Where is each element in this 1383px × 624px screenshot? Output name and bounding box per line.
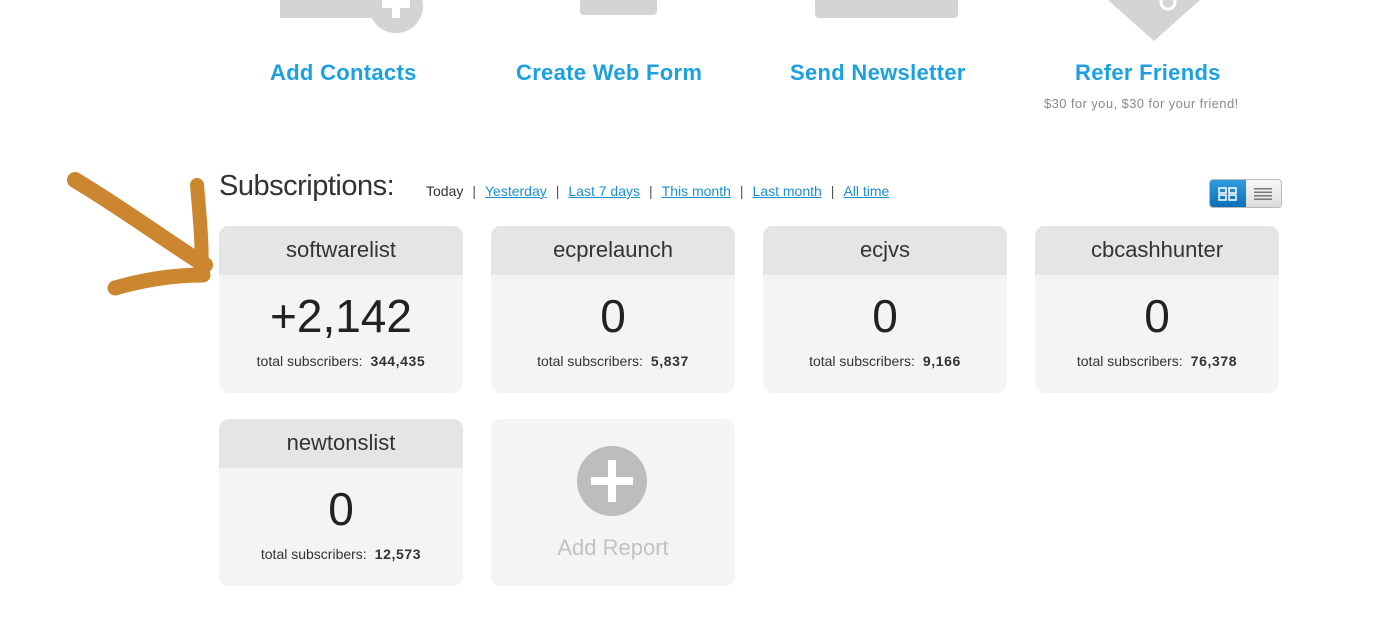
card-list-name: softwarelist [219,226,463,275]
plus-badge-icon [369,0,423,33]
card-change-count: 0 [872,290,898,342]
plus-circle-icon[interactable] [577,446,647,516]
total-label: total subscribers: [809,353,915,369]
total-label: total subscribers: [256,353,363,369]
card-total: total subscribers: 5,837 [491,353,735,369]
refer-friends-link[interactable]: Refer Friends [1075,60,1221,86]
plus-glyph [591,460,633,502]
filter-separator: | [472,183,476,199]
send-newsletter-link[interactable]: Send Newsletter [790,60,966,86]
card-list-name: ecprelaunch [491,226,735,275]
list-view-button[interactable] [1245,180,1281,207]
card-change-count: 0 [328,483,354,535]
filter-separator: | [649,183,653,199]
filter-today[interactable]: Today [426,183,463,199]
card-list-name: ecjvs [763,226,1007,275]
refer-friends-subtitle: $30 for you, $30 for your friend! [1044,96,1239,111]
view-toggle [1209,179,1282,208]
filter-yesterday[interactable]: Yesterday [485,183,547,199]
date-filter-bar: Today | Yesterday | Last 7 days | This month | L… [426,183,889,199]
subscription-card[interactable]: newtonslist 0 total subscribers: 12,573 [219,419,463,586]
card-total: total subscribers: 76,378 [1035,353,1279,369]
total-label: total subscribers: [1076,353,1183,369]
grid-view-button[interactable] [1210,180,1246,207]
total-value: 5,837 [650,353,689,369]
subscriptions-title: Subscriptions: [219,170,395,202]
subscription-card[interactable]: softwarelist +2,142 total subscribers: 34… [219,226,463,393]
card-change-count: 0 [1144,290,1170,342]
filter-separator: | [555,183,560,199]
filter-this-month[interactable]: This month [662,183,731,199]
card-list-name: newtonslist [219,419,463,468]
card-list-name: cbcashhunter [1035,226,1279,275]
card-total: total subscribers: 9,166 [763,353,1007,369]
filter-separator: | [739,183,744,199]
add-contact-icon[interactable] [280,0,372,18]
add-report-label[interactable]: Add Report [491,535,735,561]
web-form-icon[interactable] [580,0,657,15]
newsletter-icon[interactable] [815,0,958,18]
add-report-card[interactable]: Add Report [491,419,735,586]
filter-separator: | [830,183,835,199]
subscription-card[interactable]: ecjvs 0 total subscribers: 9,166 [763,226,1007,393]
grid-view-icon [1218,186,1237,201]
create-web-form-link[interactable]: Create Web Form [516,60,702,86]
filter-last-7-days[interactable]: Last 7 days [568,183,640,199]
arrow-annotation [67,172,213,296]
total-value: 12,573 [374,546,422,562]
total-label: total subscribers: [537,353,643,369]
filter-last-month[interactable]: Last month [753,183,822,199]
card-total: total subscribers: 344,435 [219,353,463,369]
card-change-count: 0 [600,290,626,342]
list-view-icon [1254,187,1273,200]
filter-all-time[interactable]: All time [843,183,889,199]
card-total: total subscribers: 12,573 [219,546,463,562]
add-contacts-link[interactable]: Add Contacts [270,60,417,86]
total-value: 9,166 [922,353,961,369]
total-value: 76,378 [1190,353,1238,369]
tag-icon[interactable] [1108,0,1200,42]
subscription-card[interactable]: cbcashhunter 0 total subscribers: 76,378 [1035,226,1279,393]
subscription-card[interactable]: ecprelaunch 0 total subscribers: 5,837 [491,226,735,393]
total-label: total subscribers: [260,546,367,562]
total-value: 344,435 [370,353,426,369]
card-change-count: +2,142 [270,290,412,342]
